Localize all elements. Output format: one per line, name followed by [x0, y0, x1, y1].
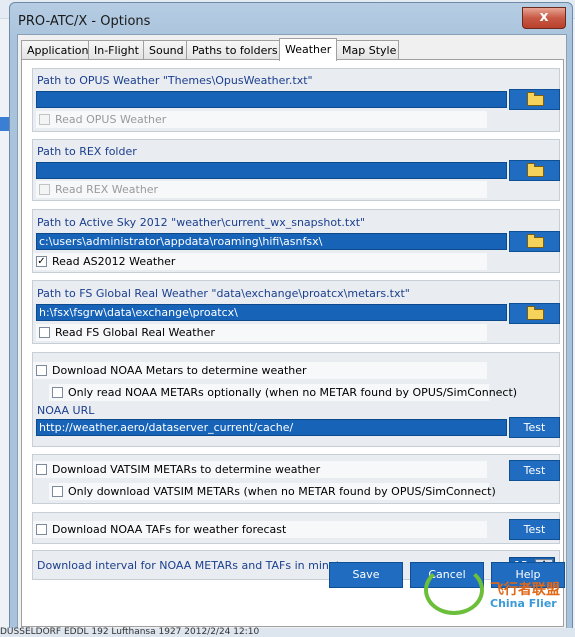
weather-tab-panel: Path to OPUS Weather "Themes\OpusWeather…: [21, 59, 564, 627]
vatsim-test-button[interactable]: Test: [509, 460, 560, 481]
options-window: PRO-ATC/X - Options x Application In-Fli…: [9, 2, 573, 635]
cancel-button[interactable]: Cancel: [410, 562, 484, 588]
tab-paths-to-folders[interactable]: Paths to folders: [186, 40, 280, 59]
noaa-download-checkbox[interactable]: [36, 365, 47, 376]
as2012-read-checkbox[interactable]: ✓: [36, 256, 47, 267]
fsgrw-read-checkbox[interactable]: [39, 327, 50, 338]
opus-browse-button[interactable]: [509, 89, 560, 110]
folder-icon: [527, 92, 544, 106]
rex-browse-button[interactable]: [509, 160, 560, 181]
as2012-path-input[interactable]: c:\users\administrator\appdata\roaming\h…: [36, 233, 507, 250]
background-table-row: DUSSELDORF EDDL 192 Lufthansa 1927 2012/…: [0, 628, 575, 637]
as2012-read-label: Read AS2012 Weather: [52, 255, 176, 268]
fsgrw-browse-button[interactable]: [509, 303, 560, 324]
rex-path-input[interactable]: [36, 162, 507, 179]
tab-in-flight[interactable]: In-Flight: [88, 40, 144, 59]
tab-weather[interactable]: Weather: [279, 38, 337, 61]
opus-weather-group: Path to OPUS Weather "Themes\OpusWeather…: [32, 68, 560, 132]
noaa-optional-label: Only read NOAA METARs optionally (when n…: [68, 386, 518, 399]
rex-read-checkbox-row[interactable]: Read REX Weather: [36, 181, 487, 198]
interval-label: Download interval for NOAA METARs and TA…: [37, 559, 353, 572]
noaa-url-input[interactable]: http://weather.aero/dataserver_current/c…: [36, 419, 507, 436]
rex-read-checkbox[interactable]: [39, 184, 50, 195]
noaa-download-checkbox-row[interactable]: Download NOAA Metars to determine weathe…: [33, 362, 487, 379]
opus-read-label: Read OPUS Weather: [55, 113, 167, 126]
rex-path-label: Path to REX folder: [37, 145, 137, 158]
fsgrw-path-input[interactable]: h:\fsx\fsgrw\data\exchange\proatcx\: [36, 304, 507, 321]
taf-test-button[interactable]: Test: [509, 519, 560, 540]
folder-icon: [527, 306, 544, 320]
opus-read-checkbox-row[interactable]: Read OPUS Weather: [36, 111, 487, 128]
vatsim-download-label: Download VATSIM METARs to determine weat…: [52, 463, 321, 476]
close-button[interactable]: x: [522, 7, 566, 29]
vatsim-download-checkbox[interactable]: [36, 464, 47, 475]
window-title: PRO-ATC/X - Options: [18, 14, 151, 29]
options-content: Application In-Flight Sound Paths to fol…: [17, 34, 567, 630]
noaa-tafs-group: Download NOAA TAFs for weather forecast …: [32, 512, 560, 544]
as2012-path-label: Path to Active Sky 2012 "weather\current…: [37, 216, 366, 229]
noaa-download-label: Download NOAA Metars to determine weathe…: [52, 364, 307, 377]
tab-sound[interactable]: Sound: [143, 40, 187, 59]
as2012-browse-button[interactable]: [509, 231, 560, 252]
taf-download-checkbox[interactable]: [36, 524, 47, 535]
taf-download-label: Download NOAA TAFs for weather forecast: [52, 523, 287, 536]
vatsim-optional-checkbox[interactable]: [52, 486, 63, 497]
vatsim-optional-checkbox-row[interactable]: Only download VATSIM METARs (when no MET…: [49, 483, 496, 500]
folder-icon: [527, 234, 544, 248]
opus-path-label: Path to OPUS Weather "Themes\OpusWeather…: [37, 74, 313, 87]
noaa-metars-group: Download NOAA Metars to determine weathe…: [32, 352, 560, 447]
fsgrw-read-checkbox-row[interactable]: Read FS Global Real Weather: [36, 324, 487, 341]
vatsim-optional-label: Only download VATSIM METARs (when no MET…: [68, 485, 496, 498]
noaa-optional-checkbox-row[interactable]: Only read NOAA METARs optionally (when n…: [49, 384, 517, 401]
opus-path-input[interactable]: [36, 91, 507, 108]
title-bar[interactable]: PRO-ATC/X - Options x: [10, 3, 572, 35]
as2012-weather-group: Path to Active Sky 2012 "weather\current…: [32, 209, 560, 273]
fsgrw-read-label: Read FS Global Real Weather: [55, 326, 215, 339]
help-button[interactable]: Help: [491, 562, 565, 588]
noaa-optional-checkbox[interactable]: [52, 387, 63, 398]
tab-map-style[interactable]: Map Style: [336, 40, 399, 59]
opus-read-checkbox[interactable]: [39, 114, 50, 125]
fsgrw-weather-group: Path to FS Global Real Weather "data\exc…: [32, 280, 560, 344]
tab-application[interactable]: Application: [21, 40, 89, 59]
rex-read-label: Read REX Weather: [55, 183, 159, 196]
fsgrw-path-label: Path to FS Global Real Weather "data\exc…: [37, 287, 410, 300]
vatsim-metars-group: Download VATSIM METARs to determine weat…: [32, 454, 560, 504]
taf-download-checkbox-row[interactable]: Download NOAA TAFs for weather forecast: [33, 521, 487, 538]
noaa-url-label: NOAA URL: [37, 404, 95, 417]
save-button[interactable]: Save: [329, 562, 403, 588]
rex-weather-group: Path to REX folder Read REX Weather: [32, 139, 560, 201]
noaa-test-button[interactable]: Test: [509, 417, 560, 438]
folder-icon: [527, 163, 544, 177]
vatsim-download-checkbox-row[interactable]: Download VATSIM METARs to determine weat…: [33, 461, 487, 478]
as2012-read-checkbox-row[interactable]: ✓ Read AS2012 Weather: [33, 253, 487, 270]
